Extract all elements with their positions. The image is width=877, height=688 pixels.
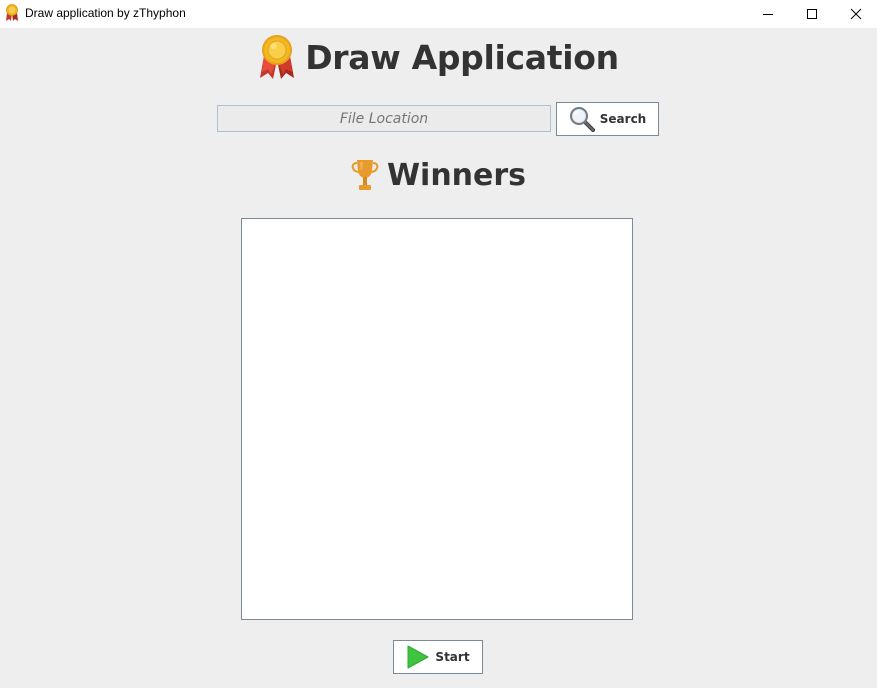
medal-icon: [260, 35, 295, 79]
window-titlebar: Draw application by zThyphon: [0, 0, 877, 28]
trophy-icon: [351, 160, 379, 190]
winners-title: Winners: [386, 157, 527, 193]
start-button-label: Start: [435, 650, 470, 664]
play-icon: [407, 645, 429, 669]
search-button[interactable]: Search: [556, 102, 659, 136]
start-button[interactable]: Start: [393, 640, 483, 674]
medal-icon: [6, 4, 18, 21]
file-location-field[interactable]: [217, 105, 551, 132]
winners-heading: Winners: [0, 155, 877, 195]
search-button-label: Search: [599, 112, 647, 126]
winners-list[interactable]: [241, 218, 633, 620]
maximize-icon: [807, 9, 817, 19]
close-button[interactable]: [833, 0, 877, 28]
app-heading: Draw Application: [0, 32, 877, 82]
maximize-button[interactable]: [789, 0, 835, 28]
page-title: Draw Application: [305, 37, 619, 77]
magnifier-icon: [569, 107, 595, 132]
minimize-button[interactable]: [745, 0, 791, 28]
window-title: Draw application by zThyphon: [25, 6, 186, 20]
close-icon: [850, 8, 862, 20]
minimize-icon: [763, 14, 773, 15]
